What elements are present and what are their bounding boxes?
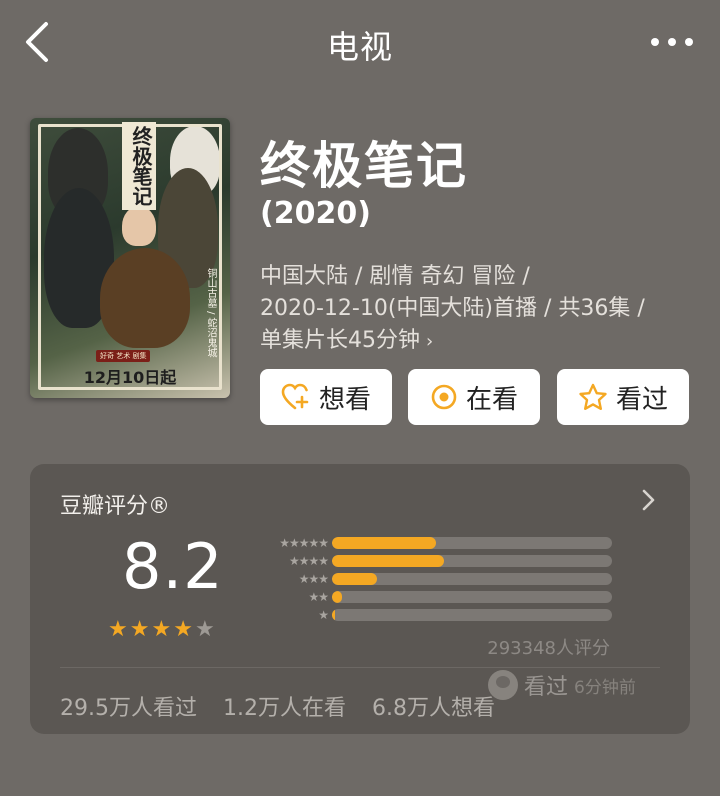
rating-score: 8.2 (122, 530, 224, 603)
distribution-fill (332, 537, 436, 549)
distribution-track (332, 555, 612, 567)
stat-watched[interactable]: 29.5万人看过 (60, 690, 197, 722)
watermark-time: 6分钟前 (574, 677, 636, 698)
poster-badge: 好奇 艺术 剧集 (96, 350, 151, 362)
distribution-track (332, 591, 612, 603)
poster-side-text: 铜山古墓 / 蛇沼鬼城 (205, 268, 216, 358)
watched-label: 看过 (615, 384, 668, 415)
watermark-action: 看过 (524, 675, 569, 700)
divider (60, 667, 660, 668)
more-dots-icon (651, 38, 659, 46)
want-to-watch-button[interactable]: 想看 (260, 369, 392, 425)
star-outline-icon (578, 383, 608, 411)
stats-row: 29.5万人看过 1.2万人在看 6.8万人想看 (60, 690, 495, 722)
meta-line-3[interactable]: 单集片长45分钟 › (260, 322, 700, 354)
movie-title: 终极笔记 (260, 137, 468, 195)
distribution-row-2: ★★ (250, 590, 612, 604)
distribution-stars: ★★ (308, 590, 329, 604)
poster-title-art: 终极笔记 (122, 122, 156, 210)
distribution-track (332, 573, 612, 585)
distribution-stars: ★★★★★ (279, 536, 329, 550)
distribution-row-5: ★★★★★ (250, 536, 612, 550)
watching-label: 在看 (465, 384, 518, 415)
distribution-row-3: ★★★ (250, 572, 612, 586)
rating-card[interactable]: 豆瓣评分® 8.2 ★ ★ ★ ★ ★ ★★★★★ ★★★★ ★★★ ★★ ★ 2933… (30, 464, 690, 734)
distribution-stars: ★ (318, 608, 329, 622)
top-bar: 电视 (0, 0, 720, 88)
movie-year: (2020) (260, 196, 371, 231)
stat-want[interactable]: 6.8万人想看 (372, 690, 495, 722)
distribution-fill (332, 555, 444, 567)
rating-label: 豆瓣评分® (60, 494, 171, 519)
meta-line-3-text: 单集片长45分钟 (260, 328, 420, 353)
distribution-fill (332, 573, 377, 585)
poster-date: 12月10日起 (83, 368, 177, 387)
page-title: 电视 (326, 28, 393, 66)
distribution-track (332, 609, 612, 621)
stat-watching[interactable]: 1.2万人在看 (223, 690, 346, 722)
watched-button[interactable]: 看过 (557, 369, 689, 425)
star-filled-icon: ★ (173, 617, 193, 642)
heart-plus-icon (281, 383, 311, 411)
distribution-row-1: ★ (250, 608, 612, 622)
star-empty-icon: ★ (194, 617, 215, 642)
chevron-right-icon (636, 489, 660, 518)
distribution-fill (332, 591, 342, 603)
distribution-row-4: ★★★★ (250, 554, 612, 568)
star-filled-icon: ★ (151, 617, 172, 642)
want-label: 想看 (318, 384, 371, 415)
watching-button[interactable]: 在看 (408, 369, 540, 425)
more-button[interactable] (642, 24, 702, 60)
chevron-right-icon: › (426, 331, 434, 352)
target-icon (430, 383, 458, 411)
activity-watermark: 看过 6分钟前 (488, 669, 636, 701)
meta-line-2: 2020-12-10(中国大陆)首播 / 共36集 / (260, 296, 645, 321)
poster-image[interactable]: 终极笔记 铜山古墓 / 蛇沼鬼城 好奇 艺术 剧集 12月10日起 (30, 118, 230, 398)
meta-line-1: 中国大陆 / 剧情 奇幻 冒险 / (260, 264, 530, 289)
star-filled-icon: ★ (129, 617, 150, 642)
rating-stars: ★ ★ ★ ★ ★ (108, 619, 215, 641)
distribution-fill (332, 609, 335, 621)
rating-count: 293348人评分 (487, 638, 610, 659)
distribution-stars: ★★★ (298, 572, 329, 586)
distribution-stars: ★★★★ (288, 554, 329, 568)
distribution-track (332, 537, 612, 549)
star-filled-icon: ★ (108, 617, 128, 642)
rating-detail-button[interactable] (636, 486, 660, 514)
